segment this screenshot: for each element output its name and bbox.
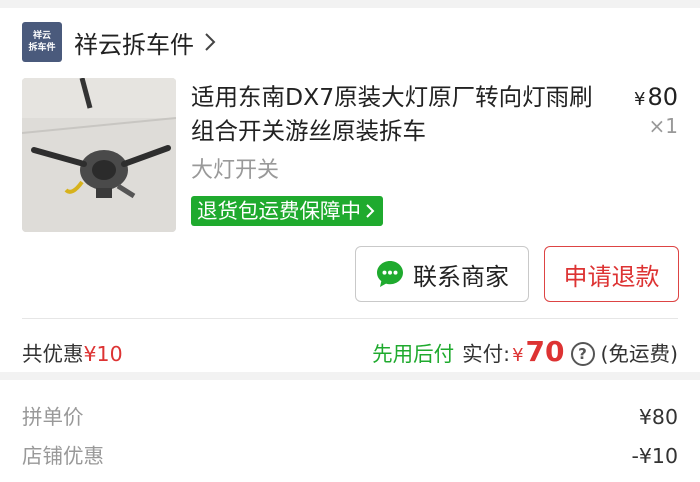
request-refund-label: 申请退款: [563, 262, 660, 291]
request-refund-button[interactable]: 申请退款: [544, 246, 679, 302]
discount-label: 共优惠: [22, 342, 84, 366]
divider: [22, 318, 678, 319]
badge-label: 退货包运费保障中: [197, 199, 361, 223]
shop-logo-line2: 拆车件: [28, 43, 56, 53]
paid-currency: ¥: [512, 345, 524, 366]
chevron-right-icon: [365, 203, 375, 219]
shop-name: 祥云拆车件: [74, 30, 194, 59]
paid-amount: 70: [525, 335, 565, 368]
shop-logo: 祥云 拆车件: [22, 22, 62, 62]
product-image[interactable]: [22, 78, 176, 232]
detail-value: ¥80: [638, 405, 678, 429]
currency-symbol: ¥: [634, 89, 646, 110]
total-discount: 共优惠¥10: [22, 338, 123, 370]
contact-seller-button[interactable]: 联系商家: [355, 246, 529, 302]
actual-payment: 先用后付 实付: ¥ 70 ? (免运费): [372, 334, 678, 374]
chevron-right-icon: [204, 30, 222, 54]
contact-seller-label: 联系商家: [413, 262, 509, 291]
detail-row-group-price: 拼单价 ¥80: [22, 402, 678, 432]
discount-value: ¥10: [83, 342, 123, 366]
product-title[interactable]: 适用东南DX7原装大灯原厂转向灯雨刷组合开关游丝原装拆车: [191, 80, 611, 148]
chat-bubble-icon: [375, 259, 405, 289]
detail-label: 拼单价: [22, 405, 84, 429]
item-quantity: ×1: [648, 114, 678, 138]
detail-value: -¥10: [631, 444, 678, 468]
shop-logo-line1: 祥云: [32, 31, 51, 41]
question-circle-icon[interactable]: ?: [570, 342, 595, 366]
product-spec: 大灯开关: [191, 158, 280, 183]
shipping-note: (免运费): [600, 342, 679, 366]
return-shipping-badge[interactable]: 退货包运费保障中: [191, 196, 383, 226]
paid-label: 实付:: [462, 342, 511, 366]
shop-header[interactable]: 祥云 拆车件 祥云拆车件: [22, 22, 222, 62]
price-value: 80: [647, 83, 678, 111]
detail-label: 店铺优惠: [22, 444, 104, 468]
detail-row-shop-discount: 店铺优惠 -¥10: [22, 441, 678, 471]
pay-later-label[interactable]: 先用后付: [372, 336, 454, 372]
